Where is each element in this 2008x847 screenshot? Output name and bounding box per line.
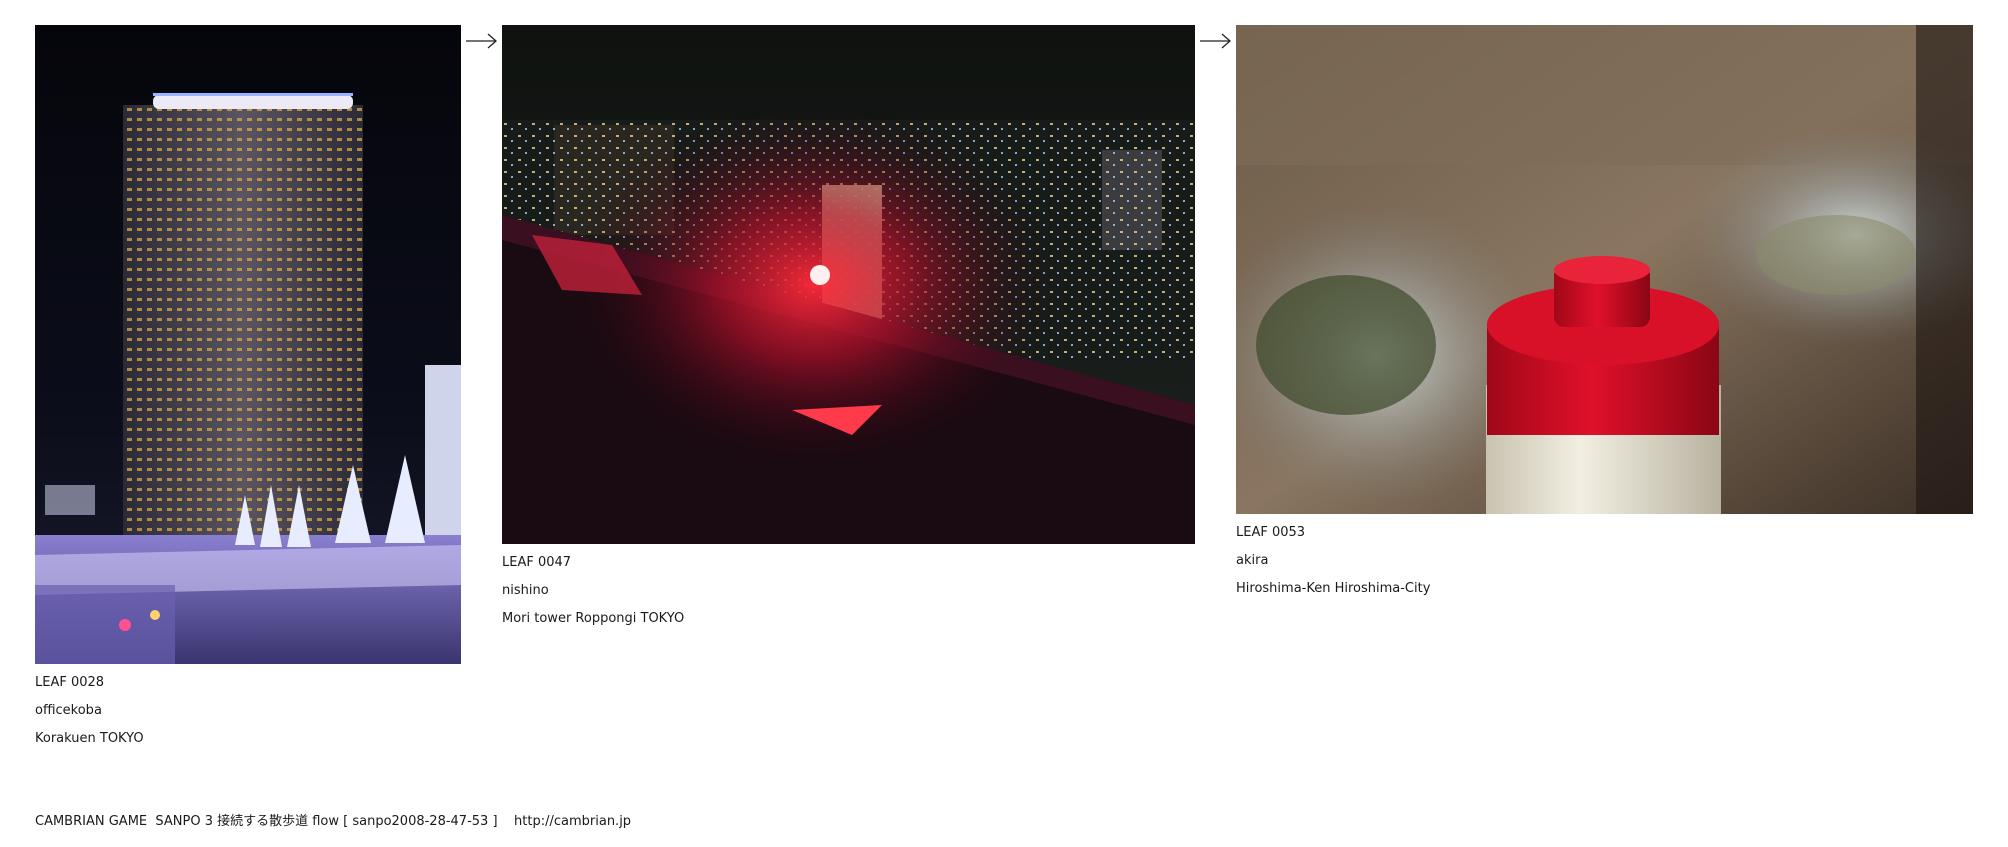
photo-night-hotel-tower[interactable] [35, 25, 461, 664]
night-hotel-tower-image [35, 25, 461, 664]
flow-arrow-icon [1200, 31, 1232, 51]
leaf-location: Hiroshima-Ken Hiroshima-City [1236, 581, 1431, 596]
leaf-author: akira [1236, 553, 1269, 568]
footer-credit[interactable]: CAMBRIAN GAME SANPO 3 接続する散歩道 flow [ san… [35, 810, 631, 829]
night-city-rooftop-image [502, 25, 1195, 544]
red-cap-bottle-image [1236, 25, 1973, 514]
photo-night-city-rooftop[interactable] [502, 25, 1195, 544]
photo-red-cap-bottle[interactable] [1236, 25, 1973, 514]
leaf-card-0047: LEAF 0047 nishino Mori tower Roppongi TO… [502, 25, 1195, 633]
flow-arrow-icon [466, 31, 498, 51]
leaf-author: officekoba [35, 703, 102, 718]
leaf-location: Korakuen TOKYO [35, 731, 144, 746]
leaf-card-0028: LEAF 0028 officekoba Korakuen TOKYO [35, 25, 461, 753]
leaf-id: LEAF 0053 [1236, 525, 1306, 540]
leaf-id: LEAF 0028 [35, 675, 105, 690]
leaf-card-0053: LEAF 0053 akira Hiroshima-Ken Hiroshima-… [1236, 25, 1973, 603]
leaf-id: LEAF 0047 [502, 555, 572, 570]
leaf-location: Mori tower Roppongi TOKYO [502, 611, 685, 626]
leaf-author: nishino [502, 583, 549, 598]
